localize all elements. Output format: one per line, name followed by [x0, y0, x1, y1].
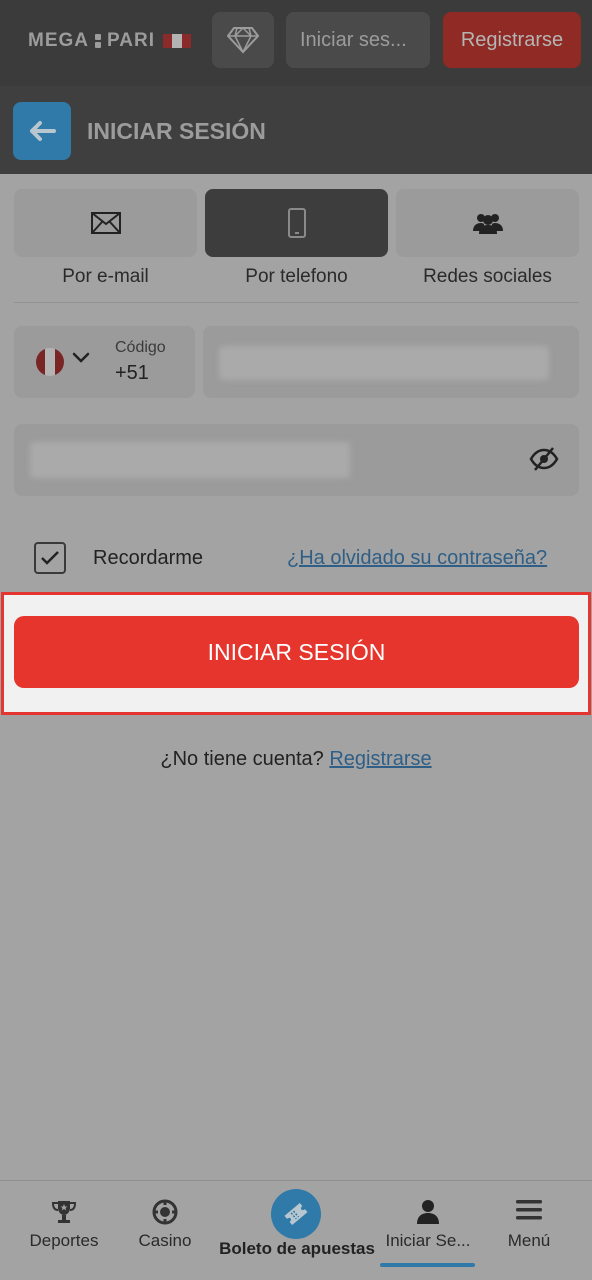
nav-login-label: Iniciar Se...: [385, 1231, 471, 1250]
peru-flag-icon: [36, 348, 64, 376]
login-submit-button[interactable]: INICIAR SESIÓN: [14, 616, 579, 688]
nav-menu-label: Menú: [507, 1231, 551, 1250]
vip-diamond-button[interactable]: [212, 12, 274, 68]
eye-off-icon[interactable]: [529, 446, 559, 472]
envelope-icon: [90, 212, 121, 234]
country-code-value: +51: [115, 362, 149, 384]
country-code-selector[interactable]: Código +51: [14, 326, 195, 398]
nav-item-menu[interactable]: Menú: [480, 1181, 578, 1280]
arrow-left-icon: [30, 121, 56, 141]
login-button-top[interactable]: Iniciar ses...: [286, 12, 430, 68]
nav-active-indicator: [380, 1263, 475, 1267]
phone-input[interactable]: [221, 346, 551, 378]
trophy-icon: [51, 1201, 77, 1223]
remember-label[interactable]: Recordarme: [93, 547, 203, 570]
tab-phone-label: Por telefono: [245, 266, 348, 287]
nav-bet-slip-label: Boleto de apuestas: [219, 1239, 375, 1258]
ticket-icon: [284, 1202, 308, 1226]
register-button-top[interactable]: Registrarse: [443, 12, 581, 68]
nav-item-bet-slip[interactable]: [271, 1189, 321, 1239]
signup-prompt: ¿No tiene cuenta? Registrarse: [0, 748, 592, 771]
users-icon: [472, 214, 503, 234]
remember-checkbox[interactable]: [34, 542, 66, 574]
top-bar: MEGA PARI Iniciar ses... Registrarse: [0, 0, 592, 86]
tab-phone[interactable]: [205, 189, 388, 257]
page-title: INICIAR SESIÓN: [87, 118, 266, 144]
checkmark-icon: [41, 551, 59, 565]
logo-text-right: PARI: [107, 30, 155, 51]
password-field[interactable]: [14, 424, 579, 496]
divider: [14, 302, 579, 303]
back-button[interactable]: [13, 102, 71, 160]
tab-social[interactable]: [396, 189, 579, 257]
forgot-password-link[interactable]: ¿Ha olvidado su contraseña?: [287, 547, 547, 570]
page-header: INICIAR SESIÓN: [0, 86, 592, 174]
nav-casino-label: Casino: [138, 1231, 192, 1250]
peru-flag-icon: [162, 34, 191, 48]
country-code-label: Código: [115, 339, 166, 356]
nav-item-deportes[interactable]: Deportes: [14, 1181, 114, 1280]
password-input[interactable]: [32, 444, 452, 476]
chevron-down-icon: [72, 352, 90, 363]
nav-item-casino[interactable]: Casino: [115, 1181, 215, 1280]
nav-deportes-label: Deportes: [29, 1231, 99, 1250]
signup-question: ¿No tiene cuenta?: [160, 748, 324, 770]
tab-email-label: Por e-mail: [62, 266, 149, 287]
tab-email[interactable]: [14, 189, 197, 257]
user-icon: [417, 1200, 439, 1224]
logo-text-left: MEGA: [28, 30, 89, 51]
menu-icon: [516, 1200, 542, 1220]
casino-chip-icon: [152, 1199, 178, 1225]
signup-link[interactable]: Registrarse: [329, 748, 431, 770]
megapari-logo[interactable]: MEGA PARI: [28, 28, 191, 54]
diamond-icon: [227, 26, 259, 54]
logo-colon: [95, 33, 101, 49]
phone-field[interactable]: [203, 326, 579, 398]
tab-social-label: Redes sociales: [423, 266, 552, 287]
phone-icon: [287, 208, 306, 238]
